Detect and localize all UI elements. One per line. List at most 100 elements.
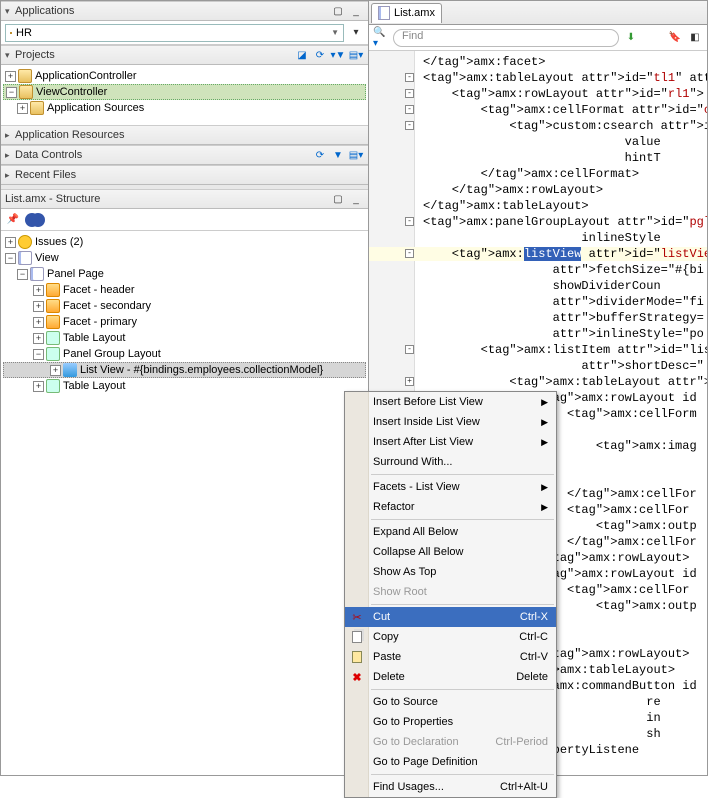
menu-find-usages[interactable]: Find Usages...Ctrl+Alt-U [345,777,556,797]
panel-icon [30,267,44,281]
menu-insert-after[interactable]: Insert After List View▶ [345,432,556,452]
menu-copy[interactable]: CopyCtrl-C [345,627,556,647]
copy-icon [349,629,365,645]
fold-icon[interactable]: - [405,249,414,258]
tree-item-appcontroller[interactable]: + ApplicationController [3,68,366,84]
tree-item-tablelayout[interactable]: + Table Layout [3,330,366,346]
refresh-icon[interactable]: ⟳ [312,47,328,63]
collapse-icon[interactable]: − [17,269,28,280]
menu-insert-before[interactable]: Insert Before List View▶ [345,392,556,412]
app-menu-icon[interactable]: ▾ [348,25,364,41]
fold-icon[interactable]: - [405,345,414,354]
scissors-icon: ✂ [349,609,365,625]
expand-icon[interactable]: + [5,71,16,82]
expand-icon[interactable]: + [17,103,28,114]
tree-item-issues[interactable]: + Issues (2) [3,234,366,250]
binoculars-icon[interactable] [25,213,39,227]
menu-cut[interactable]: ✂CutCtrl-X [345,607,556,627]
filter-icon[interactable]: ▼ [330,147,346,163]
tree-item-panelpage[interactable]: − Panel Page [3,266,366,282]
menu-goto-props[interactable]: Go to Properties [345,712,556,732]
sort-icon[interactable]: ▤▾ [348,147,364,163]
tree-item-view[interactable]: − View [3,250,366,266]
freeze-icon[interactable]: 📌 [5,212,21,228]
close-icon[interactable]: _ [348,3,364,19]
facet-icon [46,315,60,329]
fold-icon[interactable]: - [405,105,414,114]
chevron-down-icon: ▾ [5,6,15,17]
app-name: HR [16,27,32,39]
projects-title: Projects [15,49,294,61]
table-icon [46,379,60,393]
submenu-arrow-icon: ▶ [541,482,548,493]
fold-icon[interactable]: - [405,121,414,130]
filter-icon[interactable]: ▾▼ [330,47,346,63]
warning-icon [18,235,32,249]
projects-header[interactable]: ▾ Projects ◪ ⟳ ▾▼ ▤▾ [1,45,368,65]
menu-goto-decl: Go to DeclarationCtrl-Period [345,732,556,752]
menu-delete[interactable]: ✖DeleteDelete [345,667,556,687]
options-icon[interactable]: ◧ [687,30,703,46]
tree-item-listview[interactable]: + List View - #{bindings.employees.colle… [3,362,366,378]
expand-icon[interactable]: + [5,237,16,248]
menu-show-as-top[interactable]: Show As Top [345,562,556,582]
fold-icon[interactable]: - [405,217,414,226]
expand-icon[interactable]: + [33,285,44,296]
tree-item-facet-secondary[interactable]: + Facet - secondary [3,298,366,314]
application-select[interactable]: HR ▼ [5,24,344,42]
context-menu: Insert Before List View▶ Insert Inside L… [344,391,557,798]
show-icon[interactable]: ◪ [294,47,310,63]
fold-icon[interactable]: + [405,377,414,386]
collapse-icon[interactable]: − [5,253,16,264]
facet-icon [46,283,60,297]
applications-header[interactable]: ▾ Applications ▢ _ [1,1,368,21]
sort-icon[interactable]: ▤▾ [348,47,364,63]
collapse-icon[interactable]: − [33,349,44,360]
menu-expand-all[interactable]: Expand All Below [345,522,556,542]
datacontrols-header[interactable]: ▸ Data Controls ⟳ ▼ ▤▾ [1,145,368,165]
expand-icon[interactable]: + [33,317,44,328]
menu-goto-pagedef[interactable]: Go to Page Definition [345,752,556,772]
menu-refactor[interactable]: Refactor▶ [345,497,556,517]
editor-tab[interactable]: List.amx [371,3,442,23]
expand-icon[interactable]: + [50,365,61,376]
tree-item-facet-header[interactable]: + Facet - header [3,282,366,298]
tree-item-panelgroup[interactable]: − Panel Group Layout [3,346,366,362]
appresources-header[interactable]: ▸ Application Resources [1,125,368,145]
menu-paste[interactable]: PasteCtrl-V [345,647,556,667]
submenu-arrow-icon: ▶ [541,502,548,513]
menu-insert-inside[interactable]: Insert Inside List View▶ [345,412,556,432]
collapse-icon[interactable]: − [6,87,17,98]
facet-icon [46,299,60,313]
menu-collapse-all[interactable]: Collapse All Below [345,542,556,562]
structure-header[interactable]: List.amx - Structure ▢ _ [1,189,368,209]
close-icon[interactable]: _ [348,191,364,207]
nav-down-icon[interactable]: ⬇ [623,30,639,46]
expand-icon[interactable]: + [33,333,44,344]
menu-goto-source[interactable]: Go to Source [345,692,556,712]
tree-item-appsources[interactable]: + Application Sources [3,100,366,116]
tree-item-tablelayout2[interactable]: + Table Layout [3,378,366,394]
restore-icon[interactable]: ▢ [330,191,346,207]
tree-item-facet-primary[interactable]: + Facet - primary [3,314,366,330]
restore-icon[interactable]: ▢ [330,3,346,19]
submenu-arrow-icon: ▶ [541,397,548,408]
tree-item-viewcontroller[interactable]: − ViewController [3,84,366,100]
search-icon[interactable]: 🔍▾ [373,30,389,46]
dropdown-arrow-icon: ▼ [331,28,339,37]
bookmark-icon[interactable]: 🔖 [667,30,683,46]
menu-surround[interactable]: Surround With... [345,452,556,472]
delete-icon: ✖ [349,669,365,685]
expand-icon[interactable]: + [33,301,44,312]
fold-icon[interactable]: - [405,73,414,82]
menu-facets[interactable]: Facets - List View▶ [345,477,556,497]
refresh-icon[interactable]: ⟳ [312,147,328,163]
submenu-arrow-icon: ▶ [541,417,548,428]
menu-show-root: Show Root [345,582,556,602]
recentfiles-header[interactable]: ▸ Recent Files [1,165,368,185]
fold-icon[interactable]: - [405,89,414,98]
view-icon [18,251,32,265]
expand-icon[interactable]: + [33,381,44,392]
find-input[interactable]: Find [393,29,619,47]
chevron-right-icon: ▸ [5,130,15,141]
